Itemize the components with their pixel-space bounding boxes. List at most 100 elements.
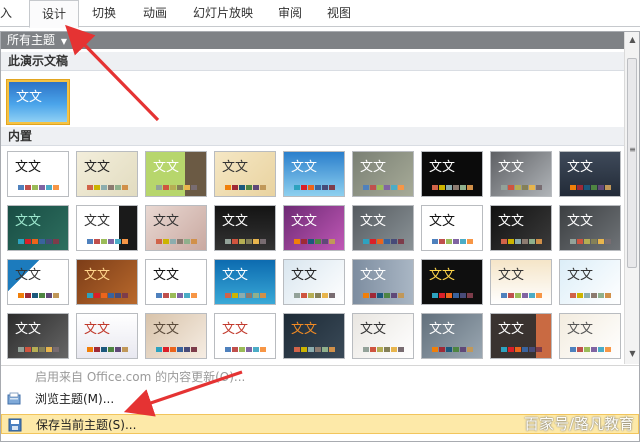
- theme-thumbnail[interactable]: 文文: [490, 205, 552, 251]
- color-swatches: [225, 239, 267, 244]
- theme-thumbnail[interactable]: 文文: [559, 151, 621, 197]
- tab-design[interactable]: 设计: [29, 0, 79, 28]
- scroll-up-icon[interactable]: ▲: [627, 34, 638, 45]
- color-swatches: [432, 185, 474, 190]
- tab-review[interactable]: 审阅: [278, 0, 314, 27]
- color-swatches: [294, 185, 336, 190]
- scroll-thumb[interactable]: [627, 58, 637, 268]
- section-this-presentation: 此演示文稿: [1, 52, 625, 71]
- theme-thumbnail[interactable]: 文文: [7, 259, 69, 305]
- theme-thumbnail[interactable]: 文文: [76, 259, 138, 305]
- color-swatches: [87, 347, 129, 352]
- color-swatches: [156, 239, 198, 244]
- tab-transitions[interactable]: 切换: [92, 0, 128, 27]
- theme-thumbnail[interactable]: 文文: [145, 151, 207, 197]
- office-content-update-item: 启用来自 Office.com 的内容更新(O)...: [35, 370, 246, 384]
- theme-thumbnail[interactable]: 文文: [421, 151, 483, 197]
- thumbnail-text: 文文: [498, 268, 525, 283]
- color-swatches: [87, 293, 129, 298]
- chevron-down-icon: ▼: [60, 37, 67, 46]
- thumbnail-text: 文文: [84, 268, 111, 283]
- scroll-down-icon[interactable]: ▼: [627, 348, 638, 359]
- gallery-scrollbar[interactable]: ▲ ≡ ▼: [624, 32, 639, 364]
- theme-thumbnail[interactable]: 文文: [352, 205, 414, 251]
- theme-thumbnail[interactable]: 文文: [283, 205, 345, 251]
- color-swatches: [432, 239, 474, 244]
- thumbnail-text: 文文: [429, 322, 456, 337]
- theme-thumbnail[interactable]: 文文: [559, 205, 621, 251]
- theme-thumbnail[interactable]: 文文: [421, 259, 483, 305]
- color-swatches: [225, 293, 267, 298]
- thumbnail-text: 文文: [498, 214, 525, 229]
- theme-thumbnail[interactable]: 文文: [490, 259, 552, 305]
- thumbnail-text: 文文: [222, 160, 249, 175]
- theme-thumbnail[interactable]: 文文: [214, 151, 276, 197]
- theme-thumbnail[interactable]: 文文: [283, 259, 345, 305]
- tab-animations[interactable]: 动画: [143, 0, 179, 27]
- thumbnail-text: 文文: [15, 160, 42, 175]
- theme-thumbnail[interactable]: 文文: [352, 259, 414, 305]
- theme-thumbnail[interactable]: 文文: [214, 313, 276, 359]
- thumbnail-text: 文文: [84, 322, 111, 337]
- thumbnail-text: 文文: [153, 322, 180, 337]
- theme-thumbnail[interactable]: 文文: [214, 205, 276, 251]
- theme-thumbnail[interactable]: 文文: [7, 205, 69, 251]
- thumbnail-text: 文文: [429, 214, 456, 229]
- thumbnail-text: 文文: [222, 214, 249, 229]
- theme-thumbnail[interactable]: 文文: [352, 313, 414, 359]
- color-swatches: [363, 185, 405, 190]
- color-swatches: [432, 293, 474, 298]
- color-swatches: [501, 239, 543, 244]
- tab-slide-show[interactable]: 幻灯片放映: [193, 0, 277, 27]
- theme-thumbnail[interactable]: 文文: [490, 151, 552, 197]
- theme-thumbnail[interactable]: 文文: [421, 205, 483, 251]
- thumbnail-text: 文文: [567, 322, 594, 337]
- theme-gallery-dropdown: 所有主题 ▼ 此演示文稿 文文 内置 文文 文文 文文 文文 文文 文文 文文 文文 文文 文文文…: [0, 31, 640, 442]
- theme-thumbnail[interactable]: 文文: [7, 151, 69, 197]
- menu-separator: [1, 365, 639, 366]
- thumbnail-text: 文文: [567, 214, 594, 229]
- theme-thumbnail[interactable]: 文文: [352, 151, 414, 197]
- color-swatches: [501, 185, 543, 190]
- color-swatches: [18, 347, 60, 352]
- color-swatches: [570, 293, 612, 298]
- theme-thumbnail[interactable]: 文文: [76, 205, 138, 251]
- folder-icon: [7, 392, 21, 405]
- color-swatches: [87, 185, 129, 190]
- theme-thumbnail[interactable]: 文文: [283, 313, 345, 359]
- thumbnail-text: 文文: [84, 214, 111, 229]
- tab-view[interactable]: 视图: [327, 0, 363, 27]
- color-swatches: [501, 347, 543, 352]
- theme-thumbnail[interactable]: 文文: [559, 313, 621, 359]
- theme-thumbnail[interactable]: 文文: [283, 151, 345, 197]
- color-swatches: [294, 239, 336, 244]
- thumbnail-text: 文文: [16, 90, 43, 105]
- theme-thumbnail[interactable]: 文文: [76, 313, 138, 359]
- theme-thumbnail[interactable]: 文文: [559, 259, 621, 305]
- color-swatches: [87, 239, 129, 244]
- theme-filter-dropdown[interactable]: 所有主题 ▼: [1, 32, 625, 49]
- theme-thumbnail[interactable]: 文文: [214, 259, 276, 305]
- theme-thumbnail[interactable]: 文文: [145, 205, 207, 251]
- theme-thumbnail[interactable]: 文文: [145, 259, 207, 305]
- theme-filter-label: 所有主题: [7, 33, 56, 47]
- current-theme-thumbnail[interactable]: 文文: [6, 79, 70, 125]
- theme-thumbnail[interactable]: 文文: [7, 313, 69, 359]
- theme-thumbnail[interactable]: 文文: [421, 313, 483, 359]
- tab-insert[interactable]: 插入: [0, 0, 20, 27]
- color-swatches: [570, 239, 612, 244]
- color-swatches: [225, 185, 267, 190]
- color-swatches: [363, 347, 405, 352]
- color-swatches: [156, 293, 198, 298]
- thumbnail-text: 文文: [153, 160, 180, 175]
- thumbnail-text: 文文: [15, 214, 42, 229]
- browse-themes-item[interactable]: 浏览主题(M)...: [1, 389, 625, 409]
- theme-thumbnail[interactable]: 文文: [145, 313, 207, 359]
- theme-thumbnail[interactable]: 文文: [76, 151, 138, 197]
- theme-thumbnail[interactable]: 文文: [490, 313, 552, 359]
- thumbnail-text: 文文: [222, 322, 249, 337]
- thumbnail-text: 文文: [567, 160, 594, 175]
- thumbnail-text: 文文: [153, 214, 180, 229]
- color-swatches: [294, 293, 336, 298]
- color-swatches: [18, 185, 60, 190]
